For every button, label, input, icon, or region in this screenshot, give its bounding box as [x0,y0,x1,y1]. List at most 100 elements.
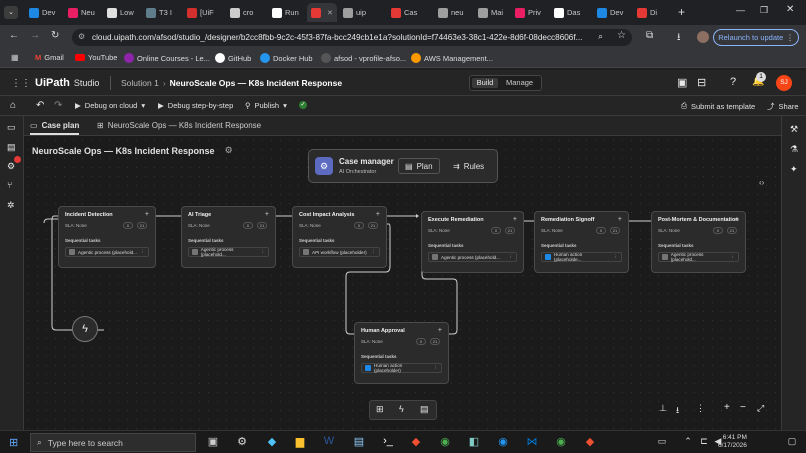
publish-button[interactable]: ⚲ Publish ▾ [245,101,287,110]
browser-tab[interactable]: ✕ [307,3,337,22]
windows-start-icon[interactable]: ⊞ [9,436,18,449]
autopilot-icon[interactable]: ✦ [790,164,798,175]
volume-icon[interactable]: ◀ [710,433,726,449]
stage-card[interactable]: Human Approval + SLA: None 0 21 Sequential ta… [354,322,449,384]
bookmark-aws[interactable]: AWS Management... [411,53,493,63]
home-icon[interactable]: ⌂ [10,100,16,111]
zoom-in-icon[interactable]: + [724,402,730,413]
add-trigger-icon[interactable]: ϟ [399,404,404,414]
task-more-icon[interactable]: ⋮ [140,249,145,255]
add-task-icon[interactable]: + [145,211,149,218]
taskbar-search[interactable]: ⌕ Type here to search [30,433,196,452]
browser-tab[interactable]: Mai [474,3,512,22]
stage-card[interactable]: Incident Detection + SLA: None 0 21 Sequentia… [58,206,156,268]
back-icon[interactable]: ← [9,30,19,41]
browser-tab[interactable]: Low [103,3,141,22]
explorer-icon[interactable]: ▭ [7,122,16,133]
url-bar[interactable]: ⚙ cloud.uipath.com/afsod/studio_/designe… [72,29,632,46]
browser-tab[interactable]: Das [550,3,588,22]
debug-cloud-button[interactable]: ▶ Debug on cloud ▾ [75,101,145,110]
case-canvas[interactable]: NeuroScale Ops — K8s Incident Response ⚙ … [24,136,781,430]
tab-search-icon[interactable]: ⌄ [4,6,18,19]
redo-icon[interactable]: ↷ [54,100,62,111]
task-more-icon[interactable]: ⋮ [613,254,618,260]
bookmark-docker-hub[interactable]: Docker Hub [260,53,313,63]
reload-icon[interactable]: ↻ [51,30,59,41]
app-icon[interactable]: ◆ [264,433,280,449]
bookmark-github[interactable]: GitHub [215,53,251,63]
task-view-icon[interactable]: ▣ [205,433,221,449]
relaunch-button[interactable]: Relaunch to update ⋮ [713,29,799,46]
extensions-icon[interactable]: ⧉ [646,30,653,41]
layout-icon[interactable]: ⊥ [659,403,667,414]
task-item[interactable]: Agentic process (placehold... ⋮ [428,252,517,262]
fit-view-icon[interactable]: ⤢ [757,403,764,414]
app-icon[interactable]: ◧ [466,433,482,449]
add-task-icon[interactable]: + [513,216,517,223]
tab-close-icon[interactable]: ✕ [327,9,333,17]
chrome-icon[interactable]: ◉ [437,433,453,449]
stage-card[interactable]: Remediation Signoff + SLA: None 0 21 Sequenti… [534,211,629,273]
browser-tab[interactable]: Run [268,3,306,22]
tab-case-plan[interactable]: ▭ Case plan [30,121,80,135]
add-task-icon[interactable]: + [438,327,442,334]
stage-card[interactable]: Post-Mortem & Documentation + SLA: None 0 21… [651,211,746,273]
add-task-icon[interactable]: + [265,211,269,218]
comments-icon[interactable]: ▣ [677,76,687,89]
task-item[interactable]: API workflow (placeholder) ⋮ [299,247,380,257]
export-icon[interactable]: ⭳ [676,403,679,419]
settings-app-icon[interactable]: ⚙ [234,433,250,449]
task-more-icon[interactable]: ⋮ [730,254,735,260]
browser-tab[interactable]: Dev [593,3,631,22]
apps-grid-icon[interactable]: ▦ [11,53,19,62]
restore-window-icon[interactable]: ❐ [760,5,768,16]
zoom-out-icon[interactable]: − [740,402,746,413]
add-stage-icon[interactable]: ⊞ [376,404,384,415]
submit-template-button[interactable]: ⎙ Submit as template [681,101,755,111]
word-icon[interactable]: W [321,433,337,449]
add-task-icon[interactable]: + [735,216,739,223]
bookmark-star-icon[interactable]: ☆ [617,30,626,41]
new-tab-icon[interactable]: + [678,5,685,19]
task-item[interactable]: Agentic process (placehold... ⋮ [65,247,149,257]
resources-icon[interactable]: ▤ [7,142,16,153]
settings-icon[interactable]: ⚗ [790,144,798,155]
browser-tab[interactable]: uip [339,3,377,22]
trigger-node[interactable]: ϟ [72,316,98,342]
profile-avatar[interactable] [697,31,709,43]
add-task-icon[interactable]: + [376,211,380,218]
notification-center-icon[interactable]: ▢ [784,433,800,449]
site-info-icon[interactable]: ⚙ [78,32,85,41]
properties-icon[interactable]: ⚒ [790,124,798,135]
tray-chevron-icon[interactable]: ⌃ [680,433,696,449]
help-icon[interactable]: ? [730,76,736,88]
debug-step-button[interactable]: ▶ Debug step-by-step [158,101,233,110]
browser-tab[interactable]: neu [434,3,472,22]
breadcrumb-solution[interactable]: Solution 1 [121,78,159,88]
tab-project[interactable]: ⊞ NeuroScale Ops — K8s Incident Response [97,121,261,130]
add-task-icon[interactable]: + [618,216,622,223]
errors-icon[interactable]: ⚙ [7,161,15,172]
more-icon[interactable]: ⋮ [696,403,705,414]
chrome-active-icon[interactable]: ◉ [553,433,569,449]
git-icon[interactable]: ◆ [408,433,424,449]
assets-icon[interactable]: ⊟ [697,76,706,89]
stage-card[interactable]: Execute Remediation + SLA: None 0 21 Sequenti… [421,211,524,273]
task-item[interactable]: Agentic process (placehold... ⋮ [188,247,269,257]
bookmark-afsod[interactable]: afsod - vprofile-afso... [321,53,406,63]
file-explorer-icon[interactable]: ▆ [292,433,308,449]
task-more-icon[interactable]: ⋮ [508,254,513,260]
browser-tab[interactable]: Di [633,3,671,22]
undo-icon[interactable]: ↶ [36,100,44,111]
manage-tab[interactable]: Manage [506,78,533,88]
keyboard-icon[interactable]: ▭ [654,433,670,449]
vscode-icon[interactable]: ⋈ [524,433,540,449]
close-window-icon[interactable]: ✕ [786,4,794,15]
browser-tab[interactable]: Priv [511,3,549,22]
share-button[interactable]: ⤴ Share [767,101,799,112]
browser-tab[interactable]: cro [226,3,264,22]
download-icon[interactable]: ⭳ [677,30,681,47]
task-item[interactable]: Human action (placeholde... ⋮ [541,252,622,262]
browser-tab[interactable]: Cas [387,3,425,22]
browser-tab[interactable]: Neu [64,3,102,22]
